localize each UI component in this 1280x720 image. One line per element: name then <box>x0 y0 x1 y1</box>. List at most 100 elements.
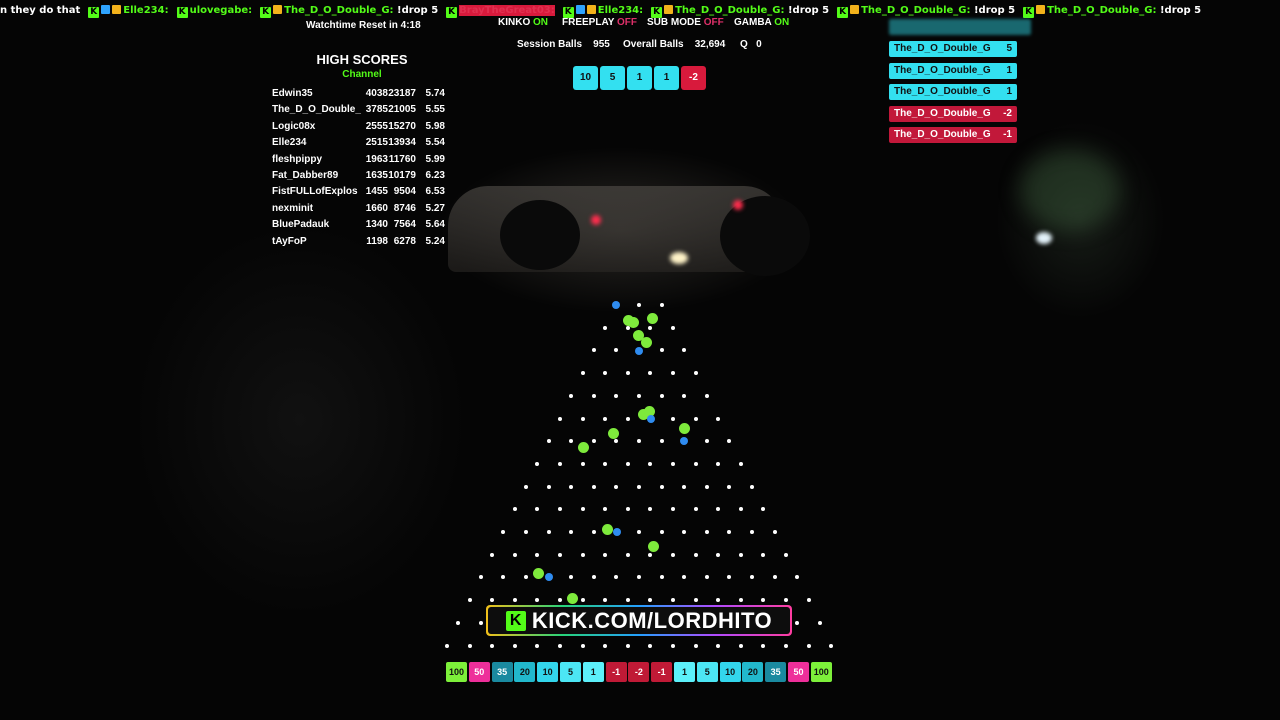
plinko-peg <box>580 371 585 376</box>
plinko-peg <box>591 530 596 534</box>
plinko-peg <box>535 461 540 466</box>
plinko-peg <box>795 620 800 625</box>
plinko-peg <box>670 643 675 648</box>
plinko-peg <box>591 575 596 580</box>
plinko-peg <box>704 484 709 489</box>
prize-slot: 35 <box>765 662 787 682</box>
plinko-peg <box>625 598 630 603</box>
plinko-peg <box>569 575 574 580</box>
plinko-peg <box>535 643 540 648</box>
plinko-peg <box>670 507 675 512</box>
plinko-peg <box>467 598 472 603</box>
plinko-peg <box>637 393 641 398</box>
plinko-peg <box>557 416 562 421</box>
banner-text: KICK.COM/LORDHITO <box>531 607 773 633</box>
plinko-peg <box>557 643 562 648</box>
plinko-peg <box>659 393 664 398</box>
prize-slot: 100 <box>446 662 467 682</box>
plinko-peg <box>659 575 664 580</box>
plinko-peg <box>670 598 675 603</box>
plinko-peg <box>670 325 675 330</box>
plinko-peg <box>716 643 721 648</box>
plinko-peg <box>557 598 562 603</box>
plinko-peg <box>614 484 619 489</box>
plinko-peg <box>591 484 596 489</box>
plinko-peg <box>625 416 630 421</box>
plinko-peg <box>682 393 687 398</box>
prize-slot: 10 <box>537 662 559 682</box>
plinko-ball <box>678 422 690 434</box>
plinko-peg <box>738 598 743 603</box>
plinko-peg <box>648 552 653 557</box>
plinko-peg <box>569 530 574 534</box>
plinko-peg <box>772 575 777 580</box>
plinko-peg <box>670 371 675 376</box>
plinko-peg <box>512 598 517 603</box>
prize-slot: 1 <box>674 662 695 682</box>
plinko-peg <box>580 461 585 466</box>
plinko-peg <box>591 393 596 398</box>
plinko-peg <box>637 303 641 307</box>
plinko-peg <box>456 620 461 625</box>
plinko-peg <box>648 643 653 648</box>
plinko-ball-blue <box>613 528 621 536</box>
plinko-peg <box>693 552 698 557</box>
plinko-peg <box>637 484 641 489</box>
prize-slot: 20 <box>742 662 764 682</box>
plinko-ball-blue <box>647 415 655 423</box>
plinko-peg <box>524 484 528 489</box>
plinko-peg <box>614 439 619 444</box>
plinko-peg <box>648 325 653 330</box>
prize-slot: 10 <box>719 662 741 682</box>
plinko-peg <box>693 461 698 466</box>
plinko-peg <box>761 507 766 512</box>
plinko-peg <box>546 439 551 444</box>
plinko-peg <box>512 643 517 648</box>
plinko-peg <box>569 484 574 489</box>
plinko-peg <box>603 643 608 648</box>
plinko-peg <box>614 575 619 580</box>
plinko-peg <box>557 507 562 512</box>
plinko-ball-blue <box>545 573 553 581</box>
plinko-peg <box>727 530 732 534</box>
plinko-peg <box>546 530 551 534</box>
plinko-peg <box>738 507 743 512</box>
plinko-peg <box>783 552 788 557</box>
plinko-peg <box>750 575 754 580</box>
plinko-peg <box>761 598 766 603</box>
plinko-peg <box>648 371 653 376</box>
kick-channel-banner[interactable]: K KICK.COM/LORDHITO <box>486 605 792 636</box>
plinko-peg <box>716 598 721 603</box>
plinko-peg <box>490 552 495 557</box>
plinko-ball <box>640 336 652 348</box>
plinko-peg <box>659 530 664 534</box>
plinko-peg <box>682 530 687 534</box>
plinko-peg <box>693 643 698 648</box>
plinko-peg <box>637 575 641 580</box>
plinko-peg <box>772 530 777 534</box>
plinko-peg <box>637 439 641 444</box>
plinko-peg <box>693 598 698 603</box>
plinko-ball-blue <box>635 347 643 355</box>
plinko-peg <box>580 416 585 421</box>
kick-logo-icon: K <box>505 610 526 631</box>
plinko-peg <box>478 620 483 625</box>
plinko-peg <box>535 507 540 512</box>
game-stage: n they do that K Elle234: Kulovegabe: K The… <box>0 0 1280 720</box>
plinko-peg <box>829 643 834 648</box>
plinko-peg <box>682 575 687 580</box>
plinko-peg <box>682 484 687 489</box>
plinko-peg <box>535 552 540 557</box>
plinko-peg <box>603 552 608 557</box>
plinko-peg <box>693 371 698 376</box>
plinko-peg <box>704 575 709 580</box>
plinko-peg <box>444 643 449 648</box>
plinko-ball <box>577 441 589 453</box>
plinko-peg <box>535 598 540 603</box>
plinko-ball-blue <box>680 437 688 445</box>
plinko-ball <box>646 312 658 324</box>
prize-slot: 35 <box>491 662 513 682</box>
plinko-ball <box>601 523 613 535</box>
plinko-peg <box>716 416 721 421</box>
prize-slot: -2 <box>628 662 650 682</box>
